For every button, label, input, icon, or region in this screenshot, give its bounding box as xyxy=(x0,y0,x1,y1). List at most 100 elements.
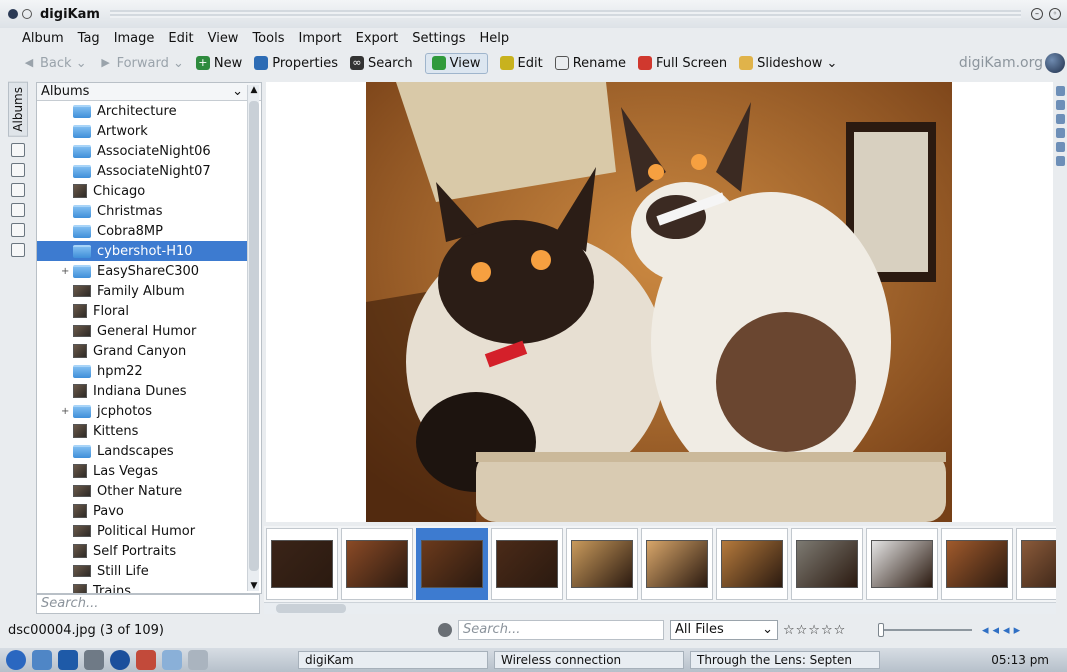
navigation-arrows[interactable]: ◂◂◂▸ xyxy=(982,623,1024,638)
globe-icon[interactable] xyxy=(1045,53,1065,73)
filmstrip-thumbnail[interactable] xyxy=(491,528,563,600)
tools-icon[interactable] xyxy=(84,650,104,670)
chevron-down-icon[interactable]: ⌄ xyxy=(169,56,184,71)
album-item[interactable]: Artwork xyxy=(37,121,247,141)
album-item[interactable]: Self Portraits xyxy=(37,541,247,561)
album-item[interactable]: Cobra8MP xyxy=(37,221,247,241)
menu-import[interactable]: Import xyxy=(298,31,341,46)
fullscreen-button[interactable]: Full Screen xyxy=(638,56,727,71)
chevron-down-icon[interactable]: ⌄ xyxy=(822,56,838,71)
clock[interactable]: 05:13 pm xyxy=(991,653,1049,667)
tags-icon[interactable] xyxy=(11,162,25,177)
expand-icon[interactable]: + xyxy=(61,266,69,277)
album-item[interactable]: + jcphotos xyxy=(37,401,247,421)
album-item[interactable]: Indiana Dunes xyxy=(37,381,247,401)
album-item[interactable]: Chicago xyxy=(37,181,247,201)
filmstrip-thumbnail[interactable] xyxy=(566,528,638,600)
metadata-tab-icon[interactable] xyxy=(1056,100,1065,110)
filmstrip-thumbnail[interactable] xyxy=(941,528,1013,600)
menu-export[interactable]: Export xyxy=(356,31,399,46)
menu-image[interactable]: Image xyxy=(114,31,155,46)
album-item[interactable]: General Humor xyxy=(37,321,247,341)
filmstrip-thumbnail[interactable] xyxy=(416,528,488,600)
album-item[interactable]: Trains xyxy=(37,581,247,593)
preview-photo[interactable] xyxy=(366,82,952,522)
filmstrip-thumbnail[interactable] xyxy=(791,528,863,600)
forward-button[interactable]: ▶ Forward ⌄ xyxy=(99,56,184,71)
file-filter-select[interactable]: All Files ⌄ xyxy=(670,620,778,640)
binoculars-icon[interactable] xyxy=(11,222,25,237)
magic-wand-icon[interactable] xyxy=(11,242,25,257)
tab-albums[interactable]: Albums xyxy=(8,82,28,137)
minimize-icon[interactable]: – xyxy=(1031,8,1043,20)
filmstrip-thumbnail[interactable] xyxy=(266,528,338,600)
filmstrip-thumbnail[interactable] xyxy=(1016,528,1056,600)
menu-help[interactable]: Help xyxy=(480,31,510,46)
rename-button[interactable]: Rename xyxy=(554,56,626,71)
captions-tab-icon[interactable] xyxy=(1056,142,1065,152)
pager-icon[interactable] xyxy=(188,650,208,670)
calendar-icon[interactable] xyxy=(11,142,25,157)
album-item[interactable]: + EasyShareC300 xyxy=(37,261,247,281)
tags-tab-icon[interactable] xyxy=(1056,156,1065,166)
album-tree-scrollbar[interactable]: ▲ ▼ xyxy=(247,85,259,591)
menu-view[interactable]: View xyxy=(208,31,239,46)
chevron-down-icon[interactable]: ⌄ xyxy=(232,84,243,99)
album-item[interactable]: cybershot-H10 xyxy=(37,241,247,261)
task-browser[interactable]: Through the Lens: Septen xyxy=(690,651,880,669)
scroll-down-icon[interactable]: ▼ xyxy=(248,581,260,591)
task-digikam[interactable]: digiKam xyxy=(298,651,488,669)
album-item[interactable]: AssociateNight06 xyxy=(37,141,247,161)
zoom-slider-knob[interactable] xyxy=(878,623,884,637)
timeline-icon[interactable] xyxy=(11,182,25,197)
album-item[interactable]: Still Life xyxy=(37,561,247,581)
albums-search-input[interactable]: Search... xyxy=(36,594,260,614)
search-tab-icon[interactable] xyxy=(11,202,25,217)
geolocation-tab-icon[interactable] xyxy=(1056,128,1065,138)
album-item[interactable]: Kittens xyxy=(37,421,247,441)
filmstrip-thumbnail[interactable] xyxy=(716,528,788,600)
filmstrip-thumbnail[interactable] xyxy=(641,528,713,600)
scroll-up-icon[interactable]: ▲ xyxy=(248,85,260,95)
album-item[interactable]: Christmas xyxy=(37,201,247,221)
menu-edit[interactable]: Edit xyxy=(168,31,193,46)
browser-icon[interactable] xyxy=(110,650,130,670)
filmstrip-scrollbar[interactable] xyxy=(264,602,1056,614)
album-item[interactable]: Pavo xyxy=(37,501,247,521)
album-item[interactable]: Architecture xyxy=(37,101,247,121)
expand-icon[interactable]: + xyxy=(61,406,69,417)
album-item[interactable]: AssociateNight07 xyxy=(37,161,247,181)
album-item[interactable]: Grand Canyon xyxy=(37,341,247,361)
back-button[interactable]: ◀ Back ⌄ xyxy=(22,56,87,71)
properties-button[interactable]: Properties xyxy=(254,56,338,71)
properties-tab-icon[interactable] xyxy=(1056,86,1065,96)
scroll-handle[interactable] xyxy=(276,604,346,613)
scroll-handle[interactable] xyxy=(249,101,259,571)
menu-album[interactable]: Album xyxy=(22,31,64,46)
slideshow-button[interactable]: Slideshow ⌄ xyxy=(739,56,837,71)
colors-tab-icon[interactable] xyxy=(1056,114,1065,124)
file-manager-icon[interactable] xyxy=(32,650,52,670)
window-menu-icon[interactable] xyxy=(8,9,18,19)
storage-icon[interactable] xyxy=(162,650,182,670)
album-item[interactable]: hpm22 xyxy=(37,361,247,381)
maximize-icon[interactable]: ◦ xyxy=(1049,8,1061,20)
albums-header[interactable]: Albums ⌄ xyxy=(37,83,261,101)
album-item[interactable]: Political Humor xyxy=(37,521,247,541)
search-button[interactable]: ∞ Search xyxy=(349,56,413,71)
filmstrip-thumbnail[interactable] xyxy=(341,528,413,600)
filmstrip-thumbnail[interactable] xyxy=(866,528,938,600)
start-menu-icon[interactable] xyxy=(6,650,26,670)
task-wireless[interactable]: Wireless connection xyxy=(494,651,684,669)
album-item[interactable]: Other Nature xyxy=(37,481,247,501)
rating-filter[interactable]: ☆☆☆☆☆ xyxy=(783,623,846,638)
album-item[interactable]: Family Album xyxy=(37,281,247,301)
menu-tag[interactable]: Tag xyxy=(78,31,100,46)
sticky-icon[interactable] xyxy=(22,9,32,19)
zoom-slider[interactable] xyxy=(878,623,972,637)
edit-button[interactable]: Edit xyxy=(499,56,543,71)
brand-text[interactable]: digiKam.org xyxy=(959,55,1043,71)
album-item[interactable]: Floral xyxy=(37,301,247,321)
view-button[interactable]: View xyxy=(424,52,488,74)
package-icon[interactable] xyxy=(136,650,156,670)
